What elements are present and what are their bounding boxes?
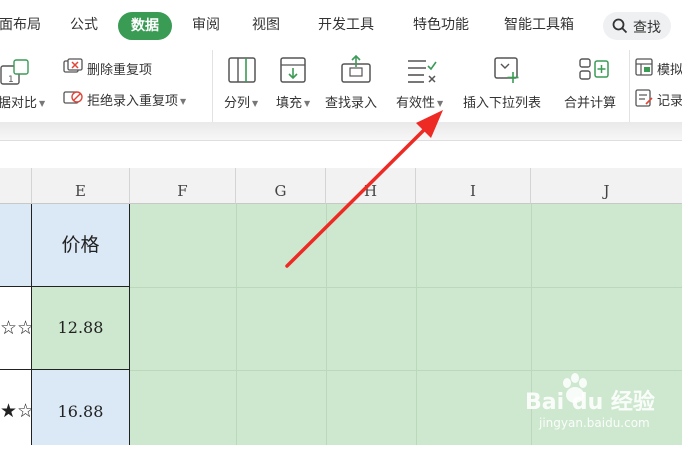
- watermark-brand: Bai du 经验: [525, 390, 655, 415]
- watermark-url: jingyan.baidu.com: [539, 416, 650, 430]
- baidu-watermark: Bai du 经验 jingyan.baidu.com: [525, 370, 675, 440]
